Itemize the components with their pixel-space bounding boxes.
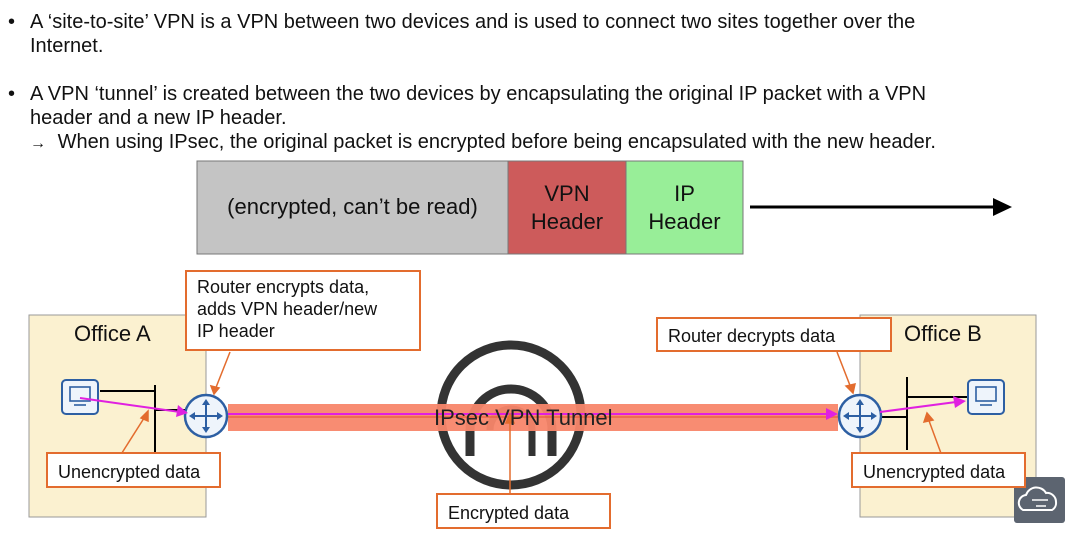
callout-router-encrypts: Router encrypts data, adds VPN header/ne… [185,270,421,351]
packet-direction-arrowhead [993,198,1012,216]
callout-router-encrypts-line2: adds VPN header/new [197,299,378,319]
vpn-header-label: VPN Header [508,180,626,236]
router-icon [183,393,229,439]
ip-header-line1: IP [674,181,695,206]
tunnel-label: IPsec VPN Tunnel [434,405,613,430]
vpn-header-line1: VPN [544,181,590,206]
callout-router-decrypts: Router decrypts data [656,317,892,352]
callout-unencrypted-b: Unencrypted data [851,452,1026,488]
callout-unencrypted-a: Unencrypted data [46,452,221,488]
router-icon [837,393,883,439]
ip-header-label: IP Header [626,180,743,236]
vpn-header-line2: Header [530,209,604,234]
payload-label: (encrypted, can’t be read) [227,194,478,219]
pc-icon [61,379,99,415]
office-b-label: Office B [904,321,982,346]
ip-header-line2: Header [648,209,721,234]
callout-router-encrypts-line3: IP header [197,321,275,341]
callout-router-encrypts-line1: Router encrypts data, [197,277,370,297]
callout-encrypted: Encrypted data [436,493,611,529]
pc-icon [967,379,1005,415]
office-a-label: Office A [74,321,151,346]
